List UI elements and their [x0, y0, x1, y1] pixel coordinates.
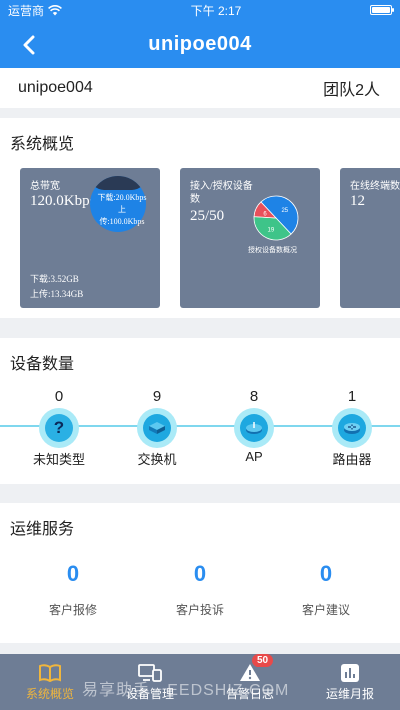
device-count-section: 设备数量 0 ? 未知类型 9 交换机 8 AP 1 路由器	[0, 338, 400, 484]
overview-title: 系统概览	[10, 136, 75, 153]
service-value: 0	[66, 561, 80, 586]
pie-caption: 授权设备数概况	[248, 246, 297, 254]
overview-cards: 总带宽 120.0Kbps 下载:20.0Kbps 上 传:100.0Kbps …	[20, 168, 400, 308]
devices-icon	[138, 664, 162, 682]
devices-label-line1: 接入/授权设备	[190, 181, 253, 192]
device-type-label: 路由器	[332, 452, 372, 467]
devices-pie-chart: 25196	[253, 195, 299, 241]
service-value: 0	[193, 561, 207, 586]
tab-bar: 系统概览 设备管理 50 告警日志 运维月报	[0, 654, 400, 710]
service-value: 0	[319, 561, 333, 586]
device-router[interactable]: 1 路由器	[322, 388, 382, 468]
router-icon	[338, 414, 366, 442]
bandwidth-upload-rate: 传:100.0Kbps	[99, 217, 145, 226]
service-label: 客户投诉	[175, 603, 224, 617]
back-button[interactable]	[14, 30, 44, 60]
online-value: 12	[350, 193, 365, 209]
tab-devices[interactable]: 设备管理	[100, 654, 200, 710]
tab-reports[interactable]: 运维月报	[300, 654, 400, 710]
chart-icon	[341, 664, 359, 682]
download-total: 下载:3.52GB	[30, 274, 79, 284]
device-type-label: AP	[245, 449, 263, 464]
account-row: unipoe004 团队2人	[0, 68, 400, 108]
device-count-value: 8	[249, 388, 259, 405]
device-count-value: 9	[152, 388, 162, 405]
service-suggestion[interactable]: 0 客户建议	[286, 561, 366, 618]
tab-label: 运维月报	[325, 687, 374, 701]
device-count-title: 设备数量	[10, 356, 75, 373]
app-header: 运营商 下午 2:17 unipoe004	[0, 0, 400, 68]
service-title: 运维服务	[10, 521, 75, 538]
bandwidth-card[interactable]: 总带宽 120.0Kbps 下载:20.0Kbps 上 传:100.0Kbps …	[20, 168, 160, 308]
alert-badge: 50	[252, 654, 274, 667]
online-label: 在线终端数	[350, 181, 400, 192]
carrier-label: 运营商	[8, 3, 45, 18]
overview-section: 系统概览 总带宽 120.0Kbps 下载:20.0Kbps 上 传:100.0…	[0, 118, 400, 318]
devices-value: 25/50	[190, 208, 225, 224]
pie-label-0: 25	[281, 208, 288, 214]
page-title: unipoe004	[148, 32, 252, 55]
device-count-value: 1	[347, 388, 357, 405]
tab-label: 设备管理	[125, 687, 174, 701]
service-label: 客户建议	[301, 603, 350, 617]
devices-label-line2: 数	[190, 194, 200, 205]
device-type-label: 未知类型	[32, 452, 85, 467]
tab-label: 告警日志	[225, 687, 274, 701]
nav-bar: unipoe004	[0, 20, 400, 68]
online-card[interactable]: 在线终端数 12	[340, 168, 400, 308]
battery-icon	[370, 5, 394, 15]
switch-icon	[143, 414, 171, 442]
service-complaint[interactable]: 0 客户投诉	[160, 561, 240, 618]
pie-label-1: 19	[268, 227, 275, 233]
upload-total: 上传:13.34GB	[30, 289, 84, 299]
service-section: 运维服务 0 客户报修 0 客户投诉 0 客户建议	[0, 503, 400, 643]
clock: 下午 2:17	[190, 3, 242, 18]
service-label: 客户报修	[48, 603, 97, 617]
bandwidth-value: 120.0Kbps	[30, 193, 96, 209]
question-icon: ?	[45, 414, 73, 442]
wifi-icon	[48, 4, 62, 15]
account-name: unipoe004	[18, 79, 93, 96]
book-icon	[39, 664, 61, 682]
chevron-left-icon	[23, 35, 35, 55]
bandwidth-breakdown: 下载:20.0Kbps 上 传:100.0Kbps	[92, 192, 152, 228]
status-bar: 运营商 下午 2:17	[0, 0, 400, 20]
device-ap[interactable]: 8 AP	[224, 388, 284, 464]
devices-card[interactable]: 接入/授权设备 数 25/50 25 19 6 授权设备数概况	[180, 168, 320, 308]
team-size[interactable]: 团队2人	[323, 76, 380, 100]
device-type-label: 交换机	[137, 452, 177, 467]
tab-alerts[interactable]: 50 告警日志	[200, 654, 300, 710]
ap-icon	[240, 414, 268, 442]
device-count-value: 0	[54, 388, 64, 405]
bandwidth-upload-prefix: 上	[118, 205, 126, 214]
tab-overview[interactable]: 系统概览	[0, 654, 100, 710]
bandwidth-download-rate: 下载:20.0Kbps	[97, 193, 147, 202]
service-repair[interactable]: 0 客户报修	[33, 561, 113, 618]
device-unknown[interactable]: 0 ? 未知类型	[29, 388, 89, 468]
tab-label: 系统概览	[25, 687, 74, 701]
devices-label: 接入/授权设备 数	[190, 180, 253, 206]
device-switch[interactable]: 9 交换机	[127, 388, 187, 468]
bandwidth-label: 总带宽	[30, 181, 60, 192]
